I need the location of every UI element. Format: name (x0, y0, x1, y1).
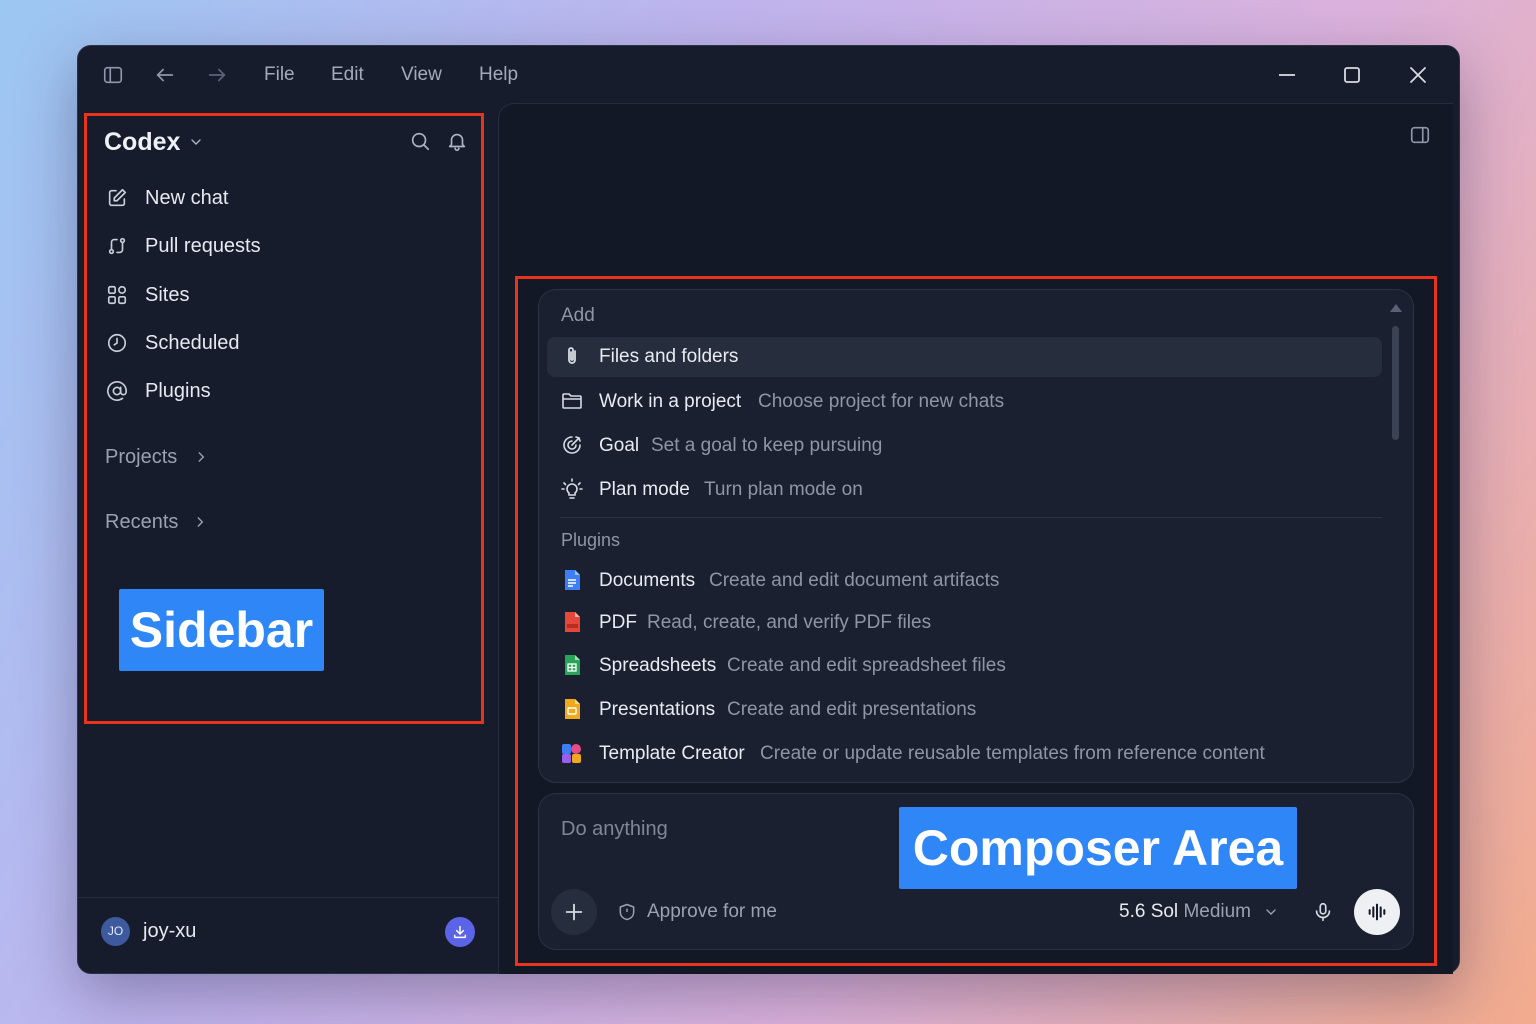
minimize-icon[interactable] (1275, 63, 1299, 87)
download-button[interactable] (445, 917, 475, 947)
avatar[interactable]: JO (101, 917, 130, 946)
sidebar-highlight-box (84, 113, 484, 724)
menu-help[interactable]: Help (479, 64, 518, 86)
composer-highlight-box (515, 276, 1437, 966)
close-icon[interactable] (1406, 63, 1430, 87)
menu-edit[interactable]: Edit (331, 64, 364, 86)
maximize-icon[interactable] (1340, 63, 1364, 87)
download-icon (452, 924, 468, 940)
back-arrow-icon[interactable] (154, 64, 176, 86)
menu-view[interactable]: View (401, 64, 442, 86)
forward-arrow-icon[interactable] (206, 64, 228, 86)
username[interactable]: joy-xu (143, 920, 196, 943)
menu-file[interactable]: File (264, 64, 295, 86)
sidebar-footer-divider (78, 897, 498, 898)
sidebar-toggle-icon[interactable] (102, 64, 124, 86)
panel-toggle-icon[interactable] (1409, 124, 1431, 146)
